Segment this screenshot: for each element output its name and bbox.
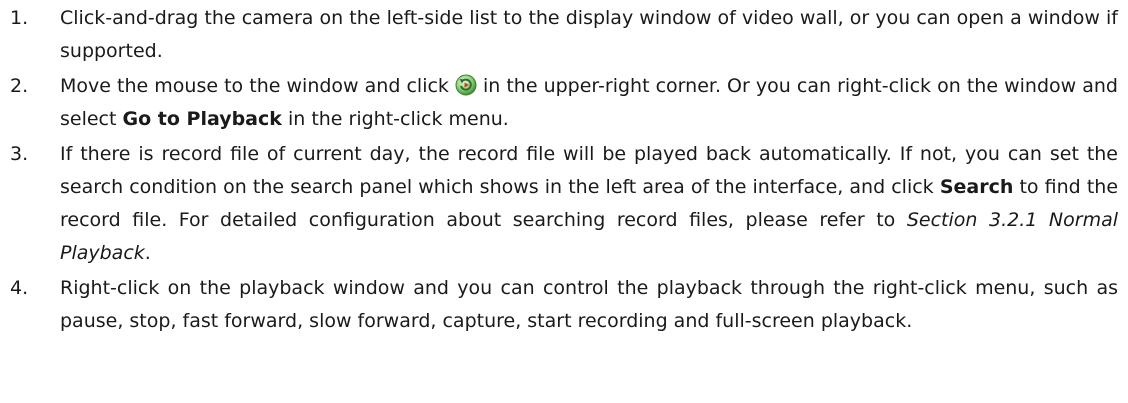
playback-icon bbox=[455, 74, 477, 96]
step-number: 3. bbox=[10, 143, 29, 165]
step-2-text-before-icon: Move the mouse to the window and click bbox=[60, 75, 449, 97]
instruction-list: 1. Click-and-drag the camera on the left… bbox=[0, 0, 1128, 338]
step-2-bold: Go to Playback bbox=[122, 108, 282, 130]
step-number: 2. bbox=[10, 75, 29, 97]
step-text: Click-and-drag the camera on the left-si… bbox=[60, 2, 1118, 68]
step-number: 4. bbox=[10, 277, 29, 299]
step-4: 4. Right-click on the playback window an… bbox=[0, 272, 1118, 338]
step-text: If there is record file of current day, … bbox=[60, 138, 1118, 270]
step-4-text: Right-click on the playback window and y… bbox=[60, 277, 1118, 332]
step-2: 2. Move the mouse to the window and clic… bbox=[0, 70, 1118, 136]
step-text: Right-click on the playback window and y… bbox=[60, 272, 1118, 338]
step-1-text: Click-and-drag the camera on the left-si… bbox=[60, 7, 1118, 62]
step-1: 1. Click-and-drag the camera on the left… bbox=[0, 2, 1118, 68]
step-3: 3. If there is record file of current da… bbox=[0, 138, 1118, 270]
step-3-text-end: . bbox=[144, 242, 151, 264]
step-3-bold: Search bbox=[939, 176, 1014, 198]
step-number: 1. bbox=[10, 7, 29, 29]
step-2-text-end: in the right-click menu. bbox=[287, 108, 509, 130]
step-text: Move the mouse to the window and click i… bbox=[60, 70, 1118, 136]
